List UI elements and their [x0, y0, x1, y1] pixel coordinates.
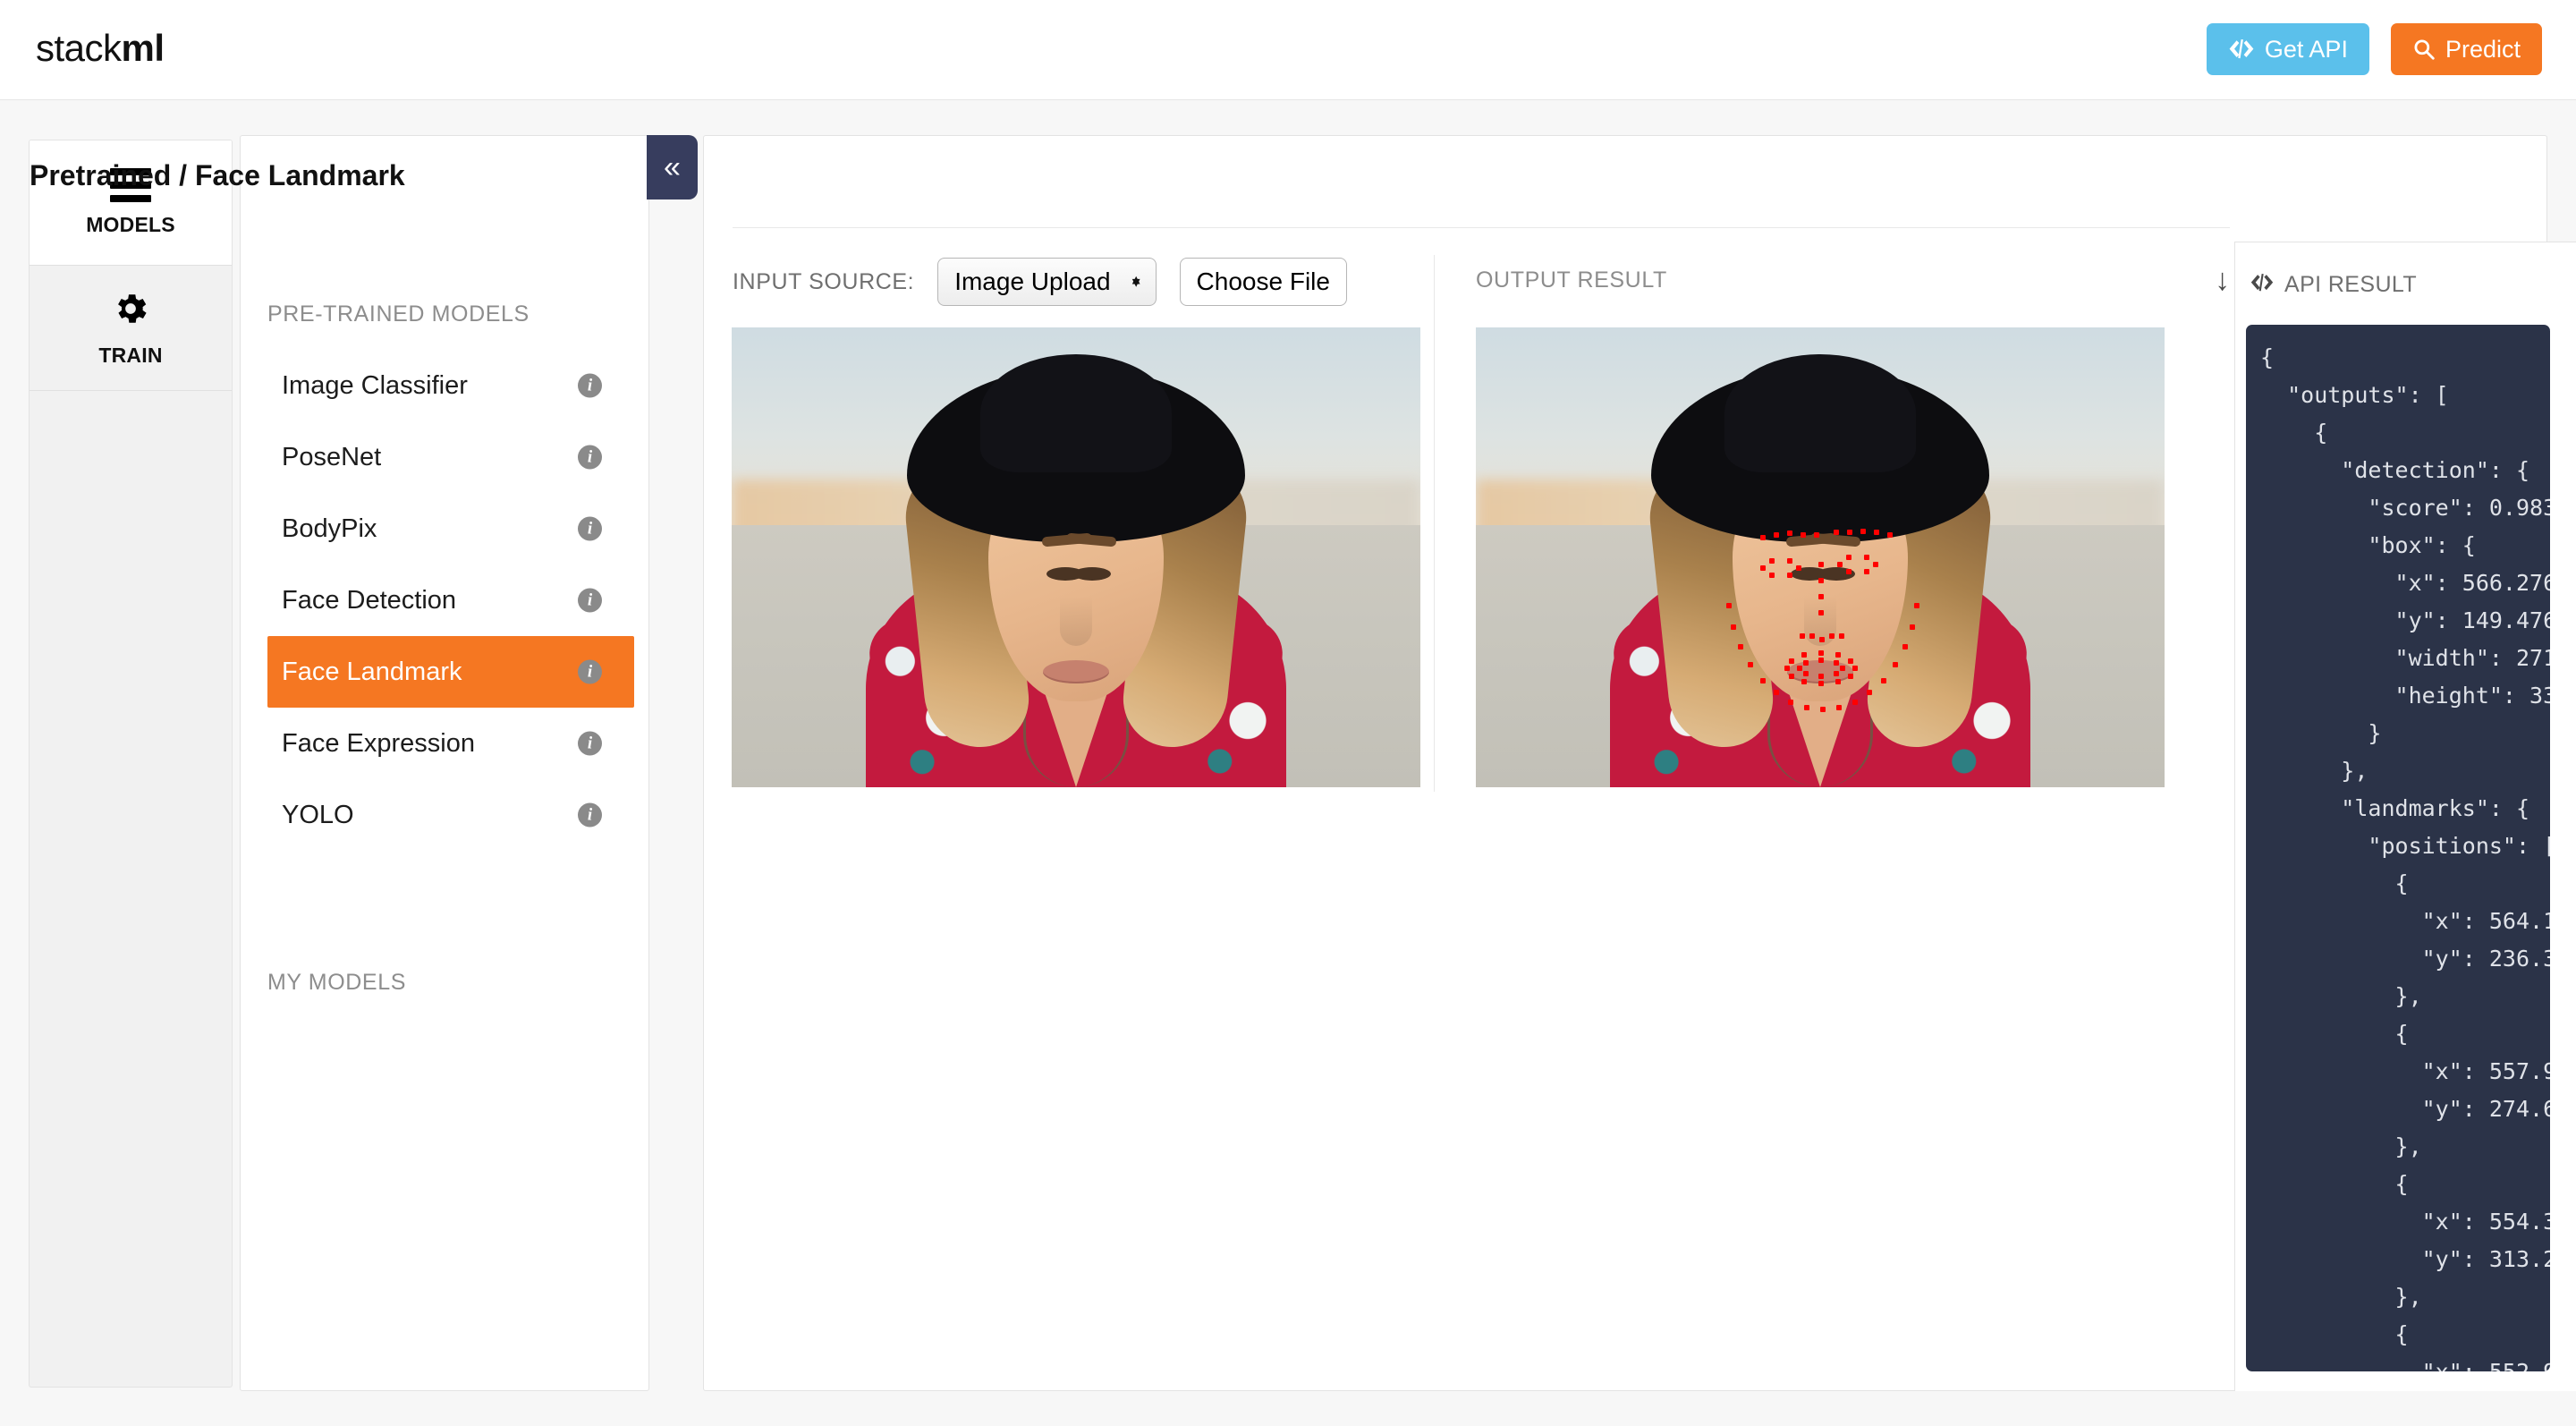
top-actions: Get API Predict [2206, 23, 2542, 75]
api-result-panel: API RESULT { "outputs": [ { "detection":… [2234, 242, 2576, 1391]
panel-divider [1434, 255, 1435, 792]
pretrained-model-list: Image Classifier i PoseNet i BodyPix i F… [267, 350, 634, 851]
output-image [1476, 327, 2165, 787]
api-result-header: API RESULT [2250, 272, 2417, 298]
output-image-scene [1476, 327, 2165, 787]
models-panel: PRE-TRAINED MODELS Image Classifier i Po… [240, 135, 649, 1391]
chevron-double-left-icon: « [664, 149, 681, 184]
search-icon [2412, 38, 2436, 61]
predict-button[interactable]: Predict [2390, 23, 2542, 75]
code-icon [2250, 274, 2275, 296]
input-source-label: INPUT SOURCE: [733, 268, 915, 294]
model-item-label: PoseNet [282, 442, 382, 471]
choose-file-label: Choose File [1196, 267, 1330, 295]
info-icon[interactable]: i [578, 731, 602, 756]
info-icon[interactable]: i [578, 373, 602, 398]
output-result-header: OUTPUT RESULT ↓ [1476, 265, 2230, 295]
model-item-label: Image Classifier [282, 370, 468, 400]
model-item-face-expression[interactable]: Face Expression i [267, 708, 634, 779]
model-item-label: Face Landmark [282, 657, 462, 686]
collapse-sidebar-button[interactable]: « [647, 135, 698, 199]
my-models-heading: MY MODELS [267, 970, 406, 995]
info-icon[interactable]: i [578, 516, 602, 541]
model-item-posenet[interactable]: PoseNet i [267, 421, 634, 493]
model-item-bodypix[interactable]: BodyPix i [267, 493, 634, 564]
predict-label: Predict [2445, 35, 2521, 63]
model-item-image-classifier[interactable]: Image Classifier i [267, 350, 634, 421]
choose-file-button[interactable]: Choose File [1179, 258, 1347, 306]
model-item-label: BodyPix [282, 514, 377, 543]
brand-logo-bold: ml [121, 27, 165, 69]
output-result-label: OUTPUT RESULT [1476, 267, 1667, 293]
input-image [732, 327, 1420, 787]
model-item-label: YOLO [282, 800, 354, 829]
get-api-button[interactable]: Get API [2206, 23, 2369, 75]
page-title: Pretrained / Face Landmark [30, 159, 405, 191]
info-icon[interactable]: i [578, 659, 602, 684]
get-api-label: Get API [2264, 35, 2348, 63]
chevron-updown-icon: ▲ ▼ [1129, 272, 1143, 291]
header-divider [733, 227, 2230, 228]
model-item-face-landmark[interactable]: Face Landmark i [267, 636, 634, 708]
input-image-scene [732, 327, 1420, 787]
api-result-json: { "outputs": [ { "detection": { "score":… [2260, 344, 2550, 1371]
model-item-face-detection[interactable]: Face Detection i [267, 564, 634, 636]
pretrained-models-heading: PRE-TRAINED MODELS [267, 301, 530, 327]
rail-item-train[interactable]: TRAIN [30, 266, 232, 391]
rail-item-train-label: TRAIN [98, 343, 163, 367]
input-source-row: INPUT SOURCE: Image Upload ▲ ▼ Choose Fil… [733, 258, 1347, 306]
model-item-label: Face Detection [282, 585, 457, 615]
input-source-select[interactable]: Image Upload ▲ ▼ [937, 258, 1157, 306]
info-icon[interactable]: i [578, 445, 602, 470]
left-nav-rail: MODELS TRAIN [29, 140, 233, 1388]
brand-logo[interactable]: stackml [36, 27, 165, 70]
model-item-yolo[interactable]: YOLO i [267, 779, 634, 851]
info-icon[interactable]: i [578, 588, 602, 613]
api-result-code-block[interactable]: { "outputs": [ { "detection": { "score":… [2246, 325, 2550, 1371]
rail-item-models-label: MODELS [86, 213, 175, 236]
top-bar: stackml Get API Predict [0, 0, 2576, 100]
gear-icon [111, 289, 150, 333]
brand-logo-light: stack [36, 27, 122, 69]
download-arrow-icon[interactable]: ↓ [2215, 265, 2230, 295]
code-icon [2228, 39, 2255, 59]
model-item-label: Face Expression [282, 728, 475, 758]
info-icon[interactable]: i [578, 802, 602, 828]
input-source-value: Image Upload [954, 267, 1111, 295]
api-result-label: API RESULT [2284, 272, 2418, 297]
